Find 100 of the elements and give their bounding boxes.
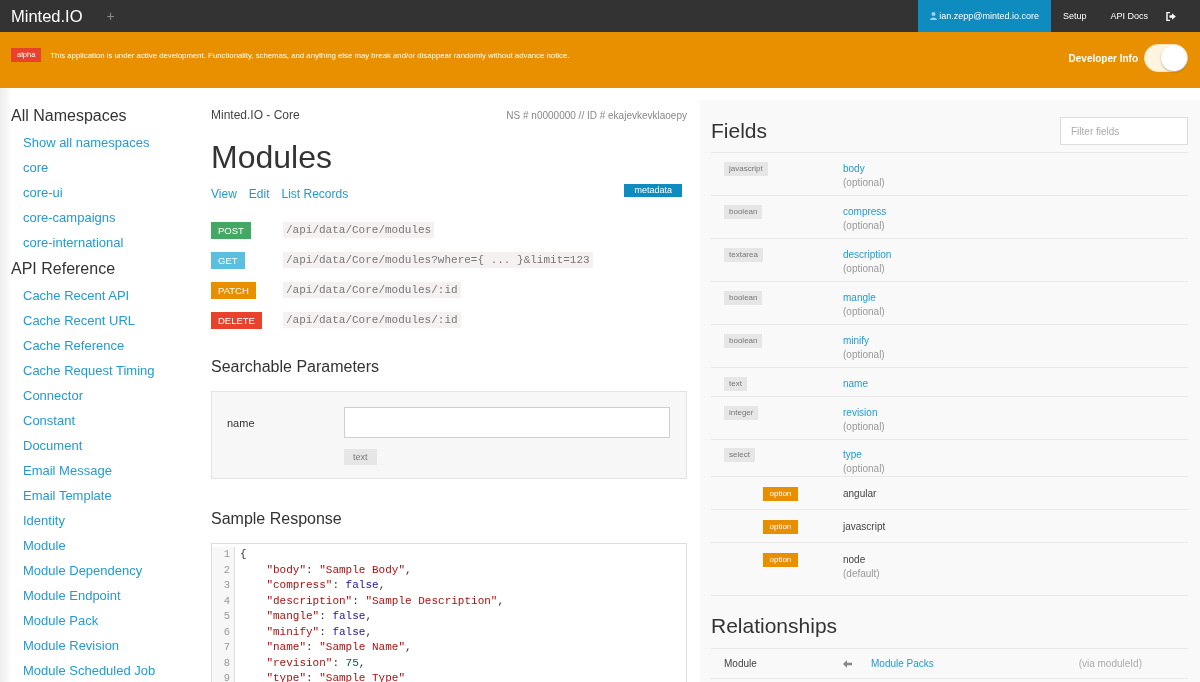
code-line: "body": "Sample Body", — [265, 562, 412, 578]
action-link[interactable]: List Records — [281, 187, 349, 201]
method-badge: GET — [211, 251, 245, 269]
code-line: "mangle": false, — [265, 609, 373, 624]
sidebar-link[interactable]: Module — [23, 533, 66, 558]
sidebar-link[interactable]: Email Message — [23, 458, 112, 483]
sidebar-link[interactable]: Cache Request Timing — [23, 358, 155, 383]
sidebar-link[interactable]: Cache Recent API — [23, 283, 130, 308]
code-line: "name": "Sample Name", — [265, 640, 412, 655]
line-number: 9 — [212, 671, 235, 682]
sidebar-link[interactable]: Module Endpoint — [23, 583, 121, 608]
type-badge: boolean — [724, 205, 763, 219]
endpoint-path: /api/data/Core/modules/:id — [283, 312, 461, 328]
field-note: (optional) — [843, 176, 885, 190]
sidebar-link[interactable]: Constant — [23, 408, 76, 433]
field-note: (optional) — [843, 262, 885, 276]
sidebar-link[interactable]: Cache Reference — [23, 333, 125, 358]
section-heading: API Reference — [11, 259, 116, 279]
field-note: (optional) — [843, 462, 885, 476]
nav-link[interactable]: API Docs — [1098, 0, 1160, 32]
add-button[interactable]: + — [106, 8, 115, 24]
developer-toggle[interactable] — [1144, 44, 1188, 72]
page-title: Modules — [211, 138, 332, 177]
option-note: (default) — [843, 567, 880, 581]
field-note: (optional) — [843, 219, 885, 233]
method-badge: POST — [211, 221, 251, 239]
field-name-link[interactable]: revision — [843, 406, 878, 420]
code-line: "minify": false, — [265, 624, 373, 640]
code-line: "compress": false, — [265, 578, 386, 593]
type-badge: javascript — [724, 162, 768, 176]
type-badge: text — [344, 449, 377, 465]
sidebar-link[interactable]: core-ui — [23, 180, 63, 205]
field-name-link[interactable]: type — [843, 448, 862, 462]
code-line: { — [240, 547, 247, 562]
action-link[interactable]: Edit — [248, 187, 270, 201]
code-line: "revision": 75, — [265, 655, 366, 671]
type-badge: select — [724, 448, 755, 462]
sidebar-link[interactable]: core-campaigns — [23, 205, 116, 230]
method-badge: PATCH — [211, 281, 256, 299]
sidebar-link[interactable]: Document — [23, 433, 83, 458]
option-value: node — [843, 553, 866, 567]
field-note: (optional) — [843, 348, 885, 362]
line-number: 3 — [212, 578, 235, 594]
endpoint-path: /api/data/Core/modules/:id — [283, 282, 461, 298]
sidebar-link[interactable]: Email Template — [23, 483, 112, 508]
field-name-link[interactable]: minify — [843, 334, 870, 348]
sidebar-link[interactable]: Connector — [23, 383, 83, 408]
sidebar-link[interactable]: Cache Recent URL — [23, 308, 135, 333]
field-name-link[interactable]: description — [843, 248, 892, 262]
sidebar-link[interactable]: Module Scheduled Job — [23, 658, 156, 682]
relation-source: Module — [724, 658, 757, 669]
field-name-link[interactable]: body — [843, 162, 865, 176]
action-link[interactable]: View — [211, 187, 237, 201]
sidebar-link[interactable]: core — [23, 155, 49, 180]
option-badge: option — [763, 520, 798, 534]
code-line: "description": "Sample Description", — [265, 593, 505, 609]
logout-icon — [1166, 11, 1176, 21]
sidebar-link[interactable]: Module Pack — [23, 608, 99, 633]
field-note: (optional) — [843, 305, 885, 319]
field-name-link[interactable]: name — [843, 377, 868, 391]
section-heading: All Namespaces — [11, 106, 127, 126]
field-name-link[interactable]: mangle — [843, 291, 876, 305]
option-badge: option — [763, 487, 798, 501]
endpoint-path: /api/data/Core/modules — [283, 222, 435, 238]
option-value: angular — [843, 487, 877, 501]
panel-title: Relationships — [711, 613, 838, 639]
metadata-badge[interactable]: metadata — [624, 184, 682, 197]
line-number: 7 — [212, 640, 235, 656]
sidebar-link[interactable]: Identity — [23, 508, 65, 533]
user-icon — [930, 12, 938, 20]
record-id-text: NS # n0000000 // ID # ekajevkevklaoepy — [506, 109, 687, 121]
toggle-label: Developer Info — [1068, 52, 1138, 64]
sidebar-link[interactable]: Show all namespaces — [23, 130, 150, 155]
param-label: name — [227, 416, 255, 429]
section-title: Sample Response — [211, 509, 342, 529]
panel-title: Fields — [711, 119, 768, 143]
method-badge: DELETE — [211, 311, 262, 329]
input-field[interactable] — [344, 407, 670, 438]
sidebar-link[interactable]: core-international — [23, 230, 124, 255]
app-brand[interactable]: Minted.IO — [11, 6, 83, 26]
nav-link[interactable]: Setup — [1050, 0, 1099, 32]
option-value: javascript — [843, 520, 886, 534]
relation-link[interactable]: Module Packs — [871, 658, 934, 669]
type-badge: boolean — [724, 291, 763, 305]
section-title: Searchable Parameters — [211, 357, 380, 377]
field-name-link[interactable]: compress — [843, 205, 887, 219]
account-link[interactable]: ian.zepp@minted.io.core — [918, 0, 1051, 32]
breadcrumb: Minted.IO - Core — [211, 108, 300, 122]
endpoint-path: /api/data/Core/modules?where={ ... }&limit=123 — [283, 252, 593, 268]
type-badge: integer — [724, 406, 759, 420]
left-arrow-icon — [843, 659, 852, 668]
line-number: 5 — [212, 609, 235, 625]
relation-via: (via moduleId) — [1078, 658, 1142, 669]
type-badge: boolean — [724, 334, 763, 348]
type-badge: text — [724, 377, 747, 391]
sidebar-link[interactable]: Module Revision — [23, 633, 120, 658]
option-badge: option — [763, 553, 798, 567]
sidebar-link[interactable]: Module Dependency — [23, 558, 143, 583]
filter-field[interactable]: Filter fields — [1060, 117, 1188, 145]
line-number: 1 — [212, 547, 235, 563]
